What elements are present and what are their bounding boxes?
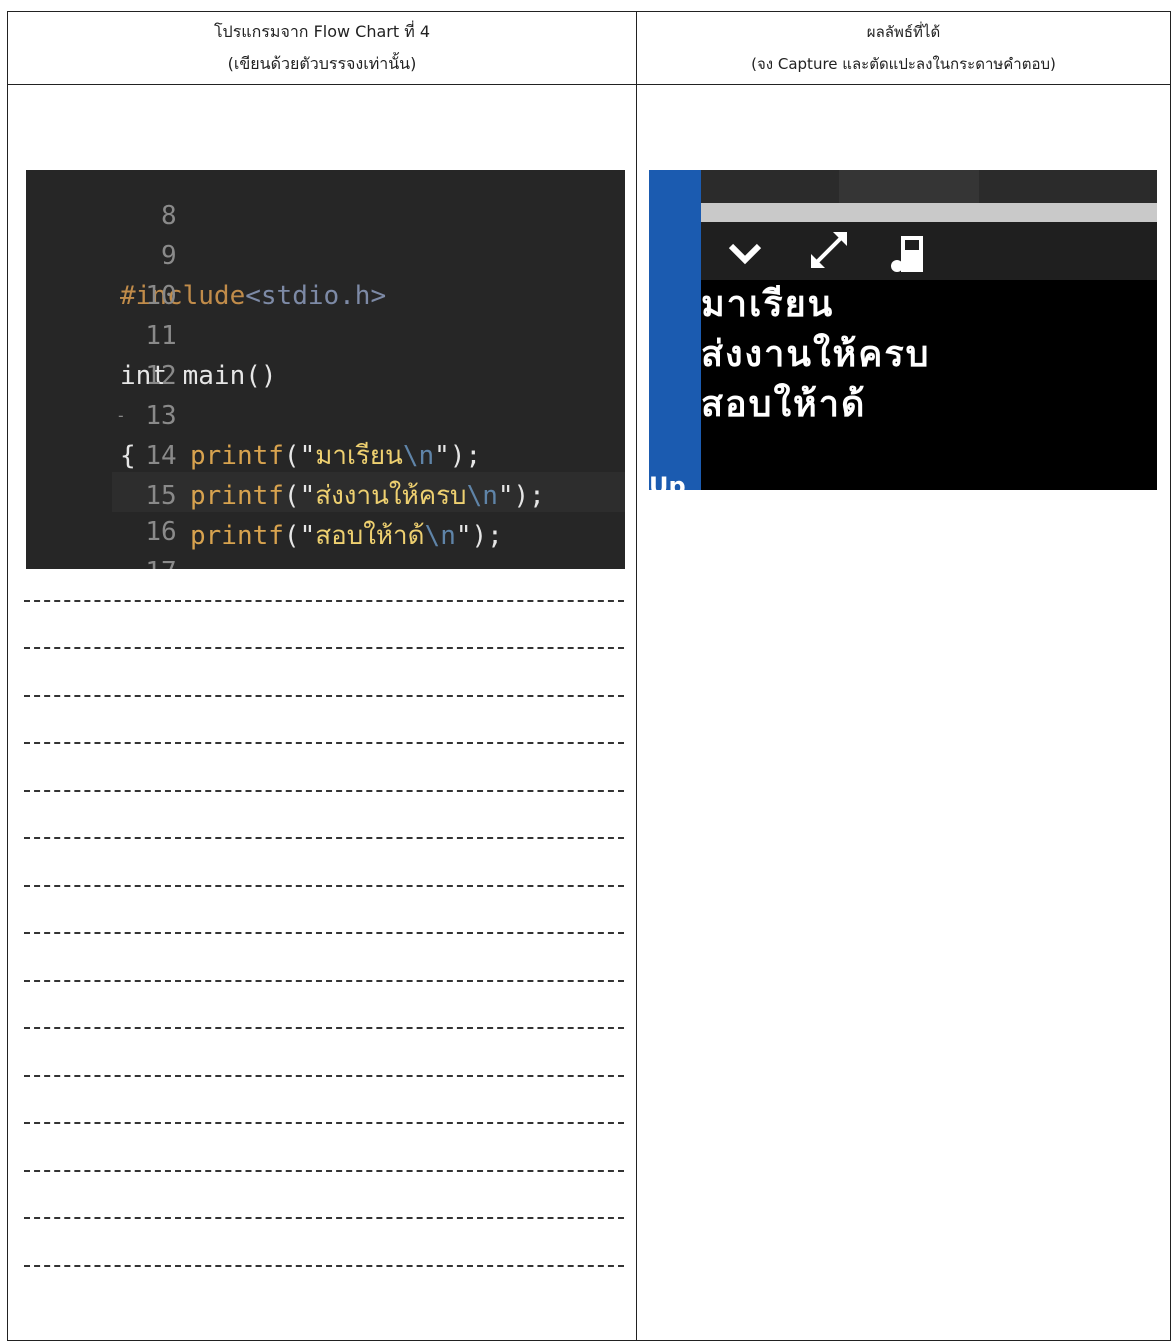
answer-line: [24, 1075, 624, 1077]
answer-line: [24, 695, 624, 697]
string-literal: มาเรียน: [315, 441, 403, 471]
expand-icon: [811, 232, 847, 268]
save-icon: [891, 236, 923, 272]
partial-label: Up: [649, 472, 686, 490]
code-editor-screenshot: 8 9 #include<stdio.h> 10 11 int main() 1…: [26, 170, 625, 569]
string-literal: ส่งงานให้ครบ: [315, 481, 467, 511]
left-column-header: โปรแกรมจาก Flow Chart ที่ 4 (เขียนด้วยตั…: [8, 12, 636, 84]
answer-line: [24, 1265, 624, 1267]
answer-line: [24, 790, 624, 792]
answer-line: [24, 742, 624, 744]
header-divider: [8, 84, 1170, 85]
output-line: มาเรียน: [701, 284, 835, 325]
console-output-text: มาเรียน ส่งงานให้ครบ สอบให้าด้: [701, 280, 1157, 490]
answer-line: [24, 932, 624, 934]
right-column-header: ผลลัพธ์ที่ได้ (จง Capture และตัดแปะลงในก…: [637, 12, 1170, 84]
answer-line: [24, 647, 624, 649]
answer-line: [24, 837, 624, 839]
answer-line: [24, 1217, 624, 1219]
code-line: 11 int main(): [26, 276, 277, 391]
answer-line: [24, 1027, 624, 1029]
answer-line: [24, 1170, 624, 1172]
right-header-note: (จง Capture และตัดแปะลงในกระดาษคำตอบ): [751, 55, 1056, 73]
window-edge: [649, 170, 701, 490]
escape-sequence: \n: [466, 481, 498, 511]
code-line: 13 printf("มาเรียน\n");: [26, 356, 481, 471]
output-line: สอบให้าด้: [701, 384, 867, 425]
printf-call: printf: [190, 441, 284, 471]
code-line: 15 printf("สอบให้าด้\n");: [26, 436, 503, 551]
output-line: ส่งงานให้ครบ: [701, 334, 931, 375]
code-line: 9 #include<stdio.h>: [26, 196, 386, 311]
console-tab: [839, 170, 979, 203]
code-line: 10: [26, 236, 176, 311]
line-number: 17: [89, 552, 176, 569]
printf-call: printf: [190, 521, 284, 551]
console-output-screenshot: มาเรียน ส่งงานให้ครบ สอบให้าด้ Up: [649, 170, 1157, 490]
console-divider-bar: [701, 203, 1157, 222]
string-literal: สอบให้าด้: [315, 521, 425, 551]
escape-sequence: \n: [424, 521, 456, 551]
column-divider: [636, 12, 637, 1340]
code-line: 12 - {: [26, 316, 177, 471]
left-header-note: (เขียนด้วยตัวบรรจงเท่านั้น): [227, 54, 417, 73]
answer-line: [24, 980, 624, 982]
answer-line: [24, 1122, 624, 1124]
answer-line: [24, 600, 624, 602]
answer-line: [24, 885, 624, 887]
chevron-down-icon: [728, 243, 762, 265]
console-titlebar: [701, 170, 1157, 203]
escape-sequence: \n: [402, 441, 435, 471]
left-header-title: โปรแกรมจาก Flow Chart ที่ 4: [213, 22, 431, 41]
include-header: <stdio.h>: [245, 281, 387, 311]
code-line: 14 printf("ส่งงานให้ครบ\n");: [26, 396, 545, 511]
code-line: 16: [26, 472, 176, 547]
printf-call: printf: [190, 481, 284, 511]
right-header-title: ผลลัพธ์ที่ได้: [866, 23, 941, 41]
code-line: 17 }: [26, 512, 176, 569]
console-toolbar: [701, 222, 1157, 280]
code-line: 8: [26, 170, 177, 231]
